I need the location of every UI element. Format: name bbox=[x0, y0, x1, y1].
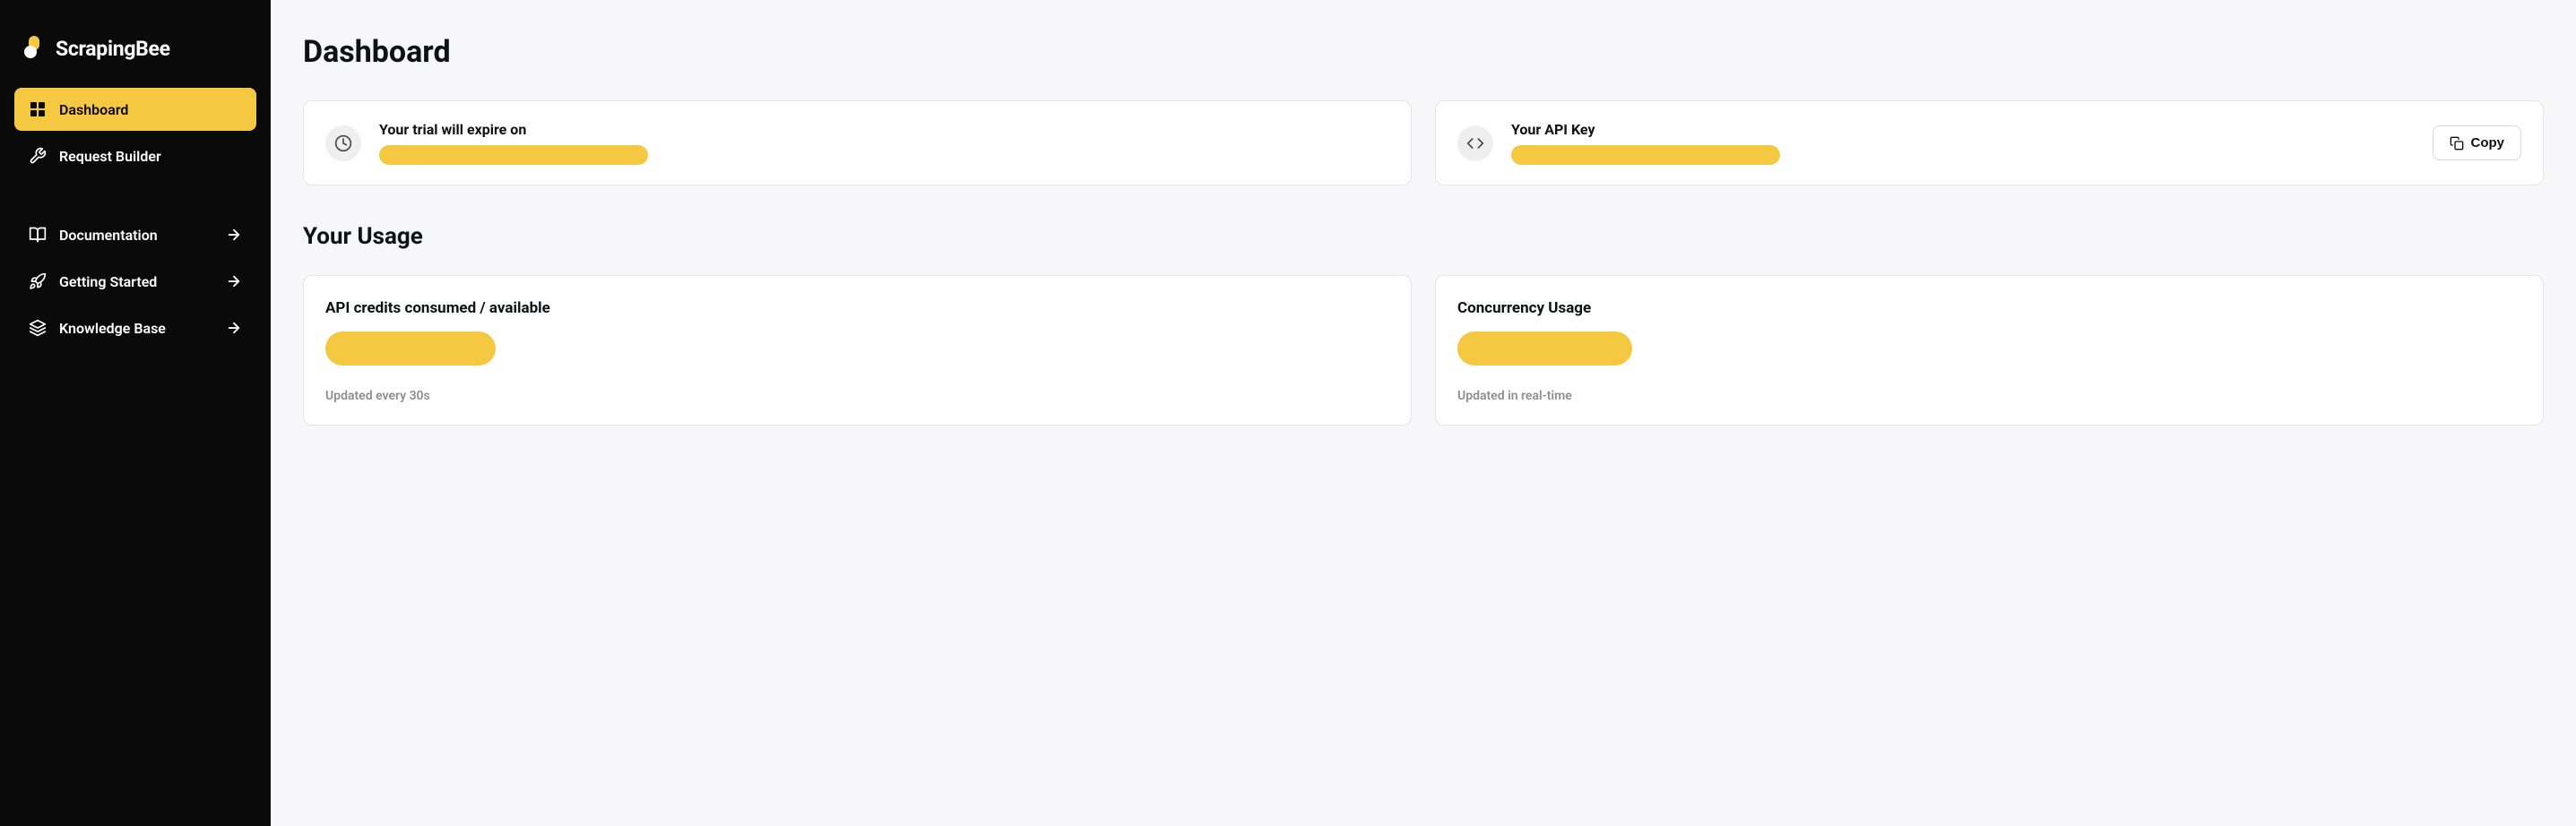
book-icon bbox=[29, 226, 47, 244]
arrow-right-icon bbox=[226, 227, 242, 243]
arrow-right-icon bbox=[226, 320, 242, 336]
sidebar-item-label: Getting Started bbox=[59, 273, 213, 290]
usage-section-title: Your Usage bbox=[303, 223, 2544, 250]
trial-label: Your trial will expire on bbox=[379, 121, 1389, 138]
concurrency-title: Concurrency Usage bbox=[1457, 299, 2521, 317]
main-content: Dashboard Your trial will expire on bbox=[271, 0, 2576, 826]
arrow-right-icon bbox=[226, 273, 242, 289]
code-icon bbox=[1457, 125, 1493, 161]
clock-icon bbox=[325, 125, 361, 161]
usage-cards-row: API credits consumed / available Updated… bbox=[303, 275, 2544, 426]
page-title: Dashboard bbox=[303, 34, 2544, 70]
sidebar: ScrapingBee Dashboard Request Builder bbox=[0, 0, 271, 826]
concurrency-footer: Updated in real-time bbox=[1457, 389, 2521, 403]
trial-expiry-card: Your trial will expire on bbox=[303, 100, 1412, 185]
copy-button-label: Copy bbox=[2471, 135, 2505, 151]
trial-expiry-value-redacted bbox=[379, 145, 648, 165]
nav-secondary: Documentation Getting Started bbox=[14, 213, 256, 349]
grid-icon bbox=[29, 100, 47, 118]
sidebar-item-knowledge-base[interactable]: Knowledge Base bbox=[14, 306, 256, 349]
layers-icon bbox=[29, 319, 47, 337]
concurrency-card: Concurrency Usage Updated in real-time bbox=[1435, 275, 2544, 426]
info-cards-row: Your trial will expire on Your API Key bbox=[303, 100, 2544, 185]
sidebar-item-getting-started[interactable]: Getting Started bbox=[14, 260, 256, 303]
credits-title: API credits consumed / available bbox=[325, 299, 1389, 317]
credits-value-redacted bbox=[325, 331, 496, 366]
sidebar-item-label: Dashboard bbox=[59, 101, 242, 118]
brand-logo[interactable]: ScrapingBee bbox=[14, 27, 256, 88]
api-credits-card: API credits consumed / available Updated… bbox=[303, 275, 1412, 426]
sidebar-item-dashboard[interactable]: Dashboard bbox=[14, 88, 256, 131]
nav-primary: Dashboard Request Builder bbox=[14, 88, 256, 177]
api-key-label: Your API Key bbox=[1511, 121, 2415, 138]
credits-footer: Updated every 30s bbox=[325, 389, 1389, 403]
sidebar-item-request-builder[interactable]: Request Builder bbox=[14, 134, 256, 177]
concurrency-value-redacted bbox=[1457, 331, 1632, 366]
sidebar-item-label: Request Builder bbox=[59, 148, 242, 165]
sidebar-item-label: Knowledge Base bbox=[59, 320, 213, 337]
copy-api-key-button[interactable]: Copy bbox=[2433, 125, 2522, 160]
api-key-value-redacted bbox=[1511, 145, 1780, 165]
logo-icon bbox=[22, 36, 47, 61]
copy-icon bbox=[2450, 136, 2464, 151]
api-key-card: Your API Key Copy bbox=[1435, 100, 2544, 185]
wrench-icon bbox=[29, 147, 47, 165]
sidebar-item-documentation[interactable]: Documentation bbox=[14, 213, 256, 256]
sidebar-item-label: Documentation bbox=[59, 227, 213, 244]
brand-name: ScrapingBee bbox=[56, 37, 170, 61]
rocket-icon bbox=[29, 272, 47, 290]
